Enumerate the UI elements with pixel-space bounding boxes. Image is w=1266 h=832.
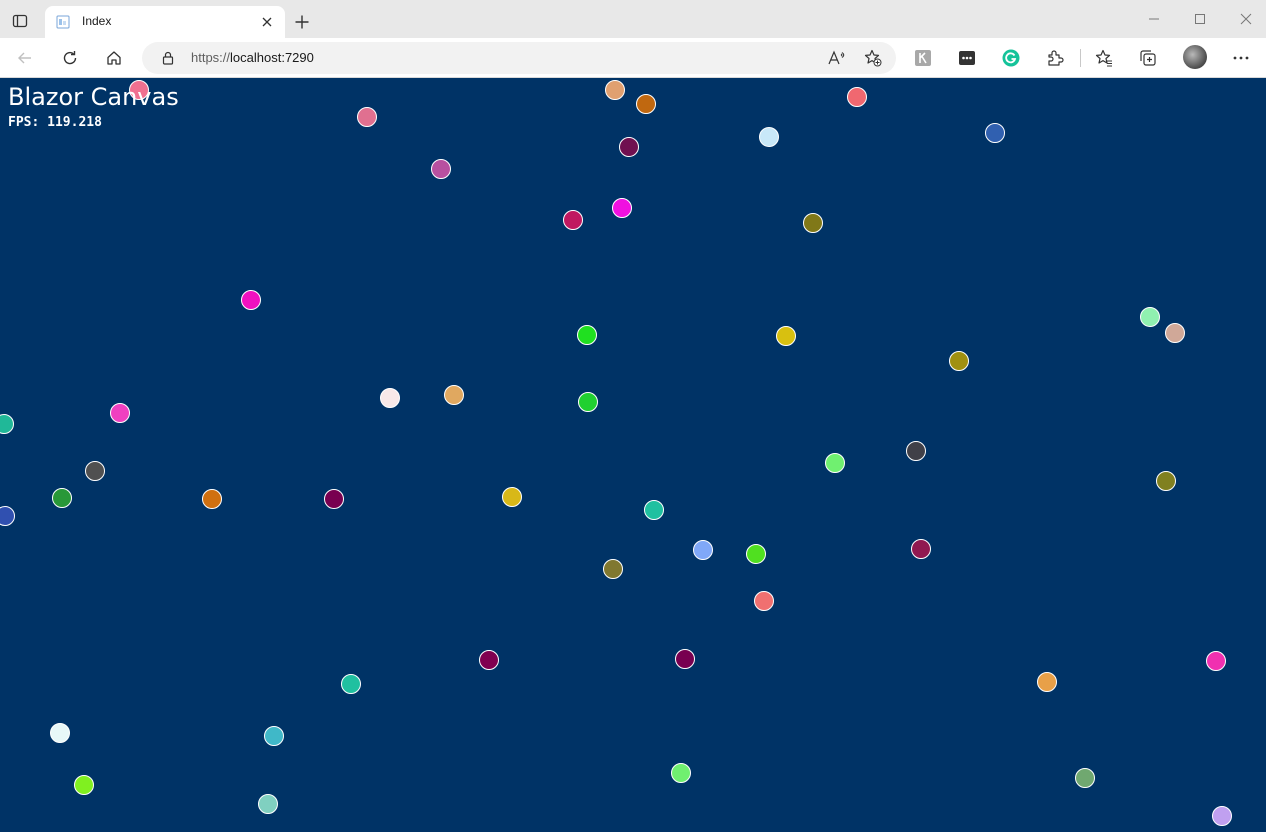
maximize-icon[interactable]	[1185, 9, 1215, 29]
ball	[1037, 672, 1057, 692]
tab-index[interactable]: Index	[45, 6, 285, 39]
ball	[825, 453, 845, 473]
ball	[578, 392, 598, 412]
ball	[776, 326, 796, 346]
ball	[341, 674, 361, 694]
ball	[1156, 471, 1176, 491]
extension-password-icon[interactable]	[954, 45, 980, 71]
ball	[1165, 323, 1185, 343]
page-favicon-icon	[56, 15, 70, 29]
back-icon[interactable]	[12, 45, 38, 71]
ball	[110, 403, 130, 423]
extensions-icon[interactable]	[1042, 45, 1068, 71]
ball	[754, 591, 774, 611]
ball	[803, 213, 823, 233]
ball	[577, 325, 597, 345]
ball	[431, 159, 451, 179]
ball	[324, 489, 344, 509]
ball	[0, 414, 14, 434]
ball	[911, 539, 931, 559]
ball	[502, 487, 522, 507]
ball	[603, 559, 623, 579]
read-aloud-icon[interactable]	[827, 48, 847, 68]
ball	[52, 488, 72, 508]
ball	[671, 763, 691, 783]
ball	[644, 500, 664, 520]
blazor-canvas[interactable]: Blazor Canvas FPS: 119.218	[0, 78, 1266, 832]
ball	[0, 506, 15, 526]
ball	[479, 650, 499, 670]
address-bar[interactable]: https://localhost:7290	[142, 42, 896, 74]
ball	[1075, 768, 1095, 788]
lock-icon[interactable]	[161, 51, 175, 65]
tab-title: Index	[82, 14, 112, 28]
browser-window: Index https://localhost:7290 Blazor Canv…	[0, 0, 1266, 832]
grammarly-icon[interactable]	[998, 45, 1024, 71]
ball	[50, 723, 70, 743]
ball	[906, 441, 926, 461]
ball-layer	[0, 80, 1232, 826]
ball	[357, 107, 377, 127]
fps-value: 119.218	[47, 115, 102, 130]
url-scheme: https://	[191, 50, 231, 65]
ball	[74, 775, 94, 795]
collections-icon[interactable]	[1135, 45, 1161, 71]
window-close-icon[interactable]	[1231, 9, 1261, 29]
url-text[interactable]: https://localhost:7290	[191, 50, 314, 65]
home-icon[interactable]	[101, 45, 127, 71]
ball	[85, 461, 105, 481]
ball	[202, 489, 222, 509]
ball	[563, 210, 583, 230]
browser-toolbar: https://localhost:7290	[0, 38, 1266, 78]
url-host: localhost:7290	[230, 50, 314, 65]
plus-icon[interactable]	[291, 11, 313, 33]
ball	[1212, 806, 1232, 826]
ball	[746, 544, 766, 564]
ball	[675, 649, 695, 669]
ball	[847, 87, 867, 107]
tab-actions-icon[interactable]	[9, 10, 31, 32]
fps-label: FPS:	[8, 115, 40, 130]
ball	[619, 137, 639, 157]
add-favorite-icon[interactable]	[863, 48, 883, 68]
more-icon[interactable]	[1228, 45, 1254, 71]
refresh-icon[interactable]	[57, 45, 83, 71]
extension-k-icon[interactable]	[910, 45, 936, 71]
page-title: Blazor Canvas	[8, 83, 179, 111]
toolbar-separator	[1080, 49, 1081, 67]
ball	[605, 80, 625, 100]
favorites-icon[interactable]	[1091, 45, 1117, 71]
minimize-icon[interactable]	[1139, 9, 1169, 29]
profile-avatar[interactable]	[1183, 45, 1207, 69]
ball	[693, 540, 713, 560]
ball	[985, 123, 1005, 143]
ball	[759, 127, 779, 147]
ball	[612, 198, 632, 218]
ball	[264, 726, 284, 746]
ball	[1206, 651, 1226, 671]
ball	[444, 385, 464, 405]
tab-strip: Index	[0, 0, 1266, 39]
ball	[1140, 307, 1160, 327]
fps-readout: FPS: 119.218	[8, 115, 102, 130]
ball	[636, 94, 656, 114]
ball	[241, 290, 261, 310]
ball	[949, 351, 969, 371]
close-icon[interactable]	[257, 12, 277, 32]
ball	[380, 388, 400, 408]
ball	[258, 794, 278, 814]
